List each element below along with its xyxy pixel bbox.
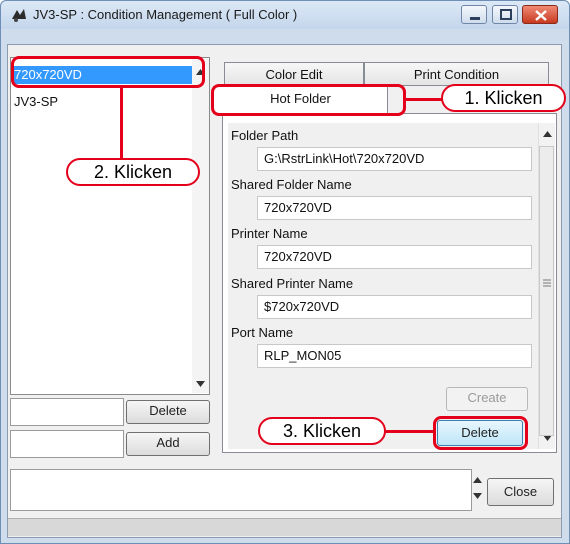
list-delete-button[interactable]: Delete bbox=[126, 400, 210, 424]
callout-connector-2 bbox=[120, 88, 123, 159]
spin-up-icon bbox=[473, 477, 482, 483]
callout-connector-1 bbox=[404, 98, 444, 101]
grip-icon bbox=[543, 279, 551, 287]
spin-down-icon bbox=[473, 493, 482, 499]
callout-step-1: 1. Klicken bbox=[441, 84, 566, 112]
create-button[interactable]: Create bbox=[446, 387, 528, 411]
list-item[interactable]: JV3-SP bbox=[12, 93, 192, 111]
shared-printer-name-field[interactable]: $720x720VD bbox=[257, 295, 532, 319]
printer-name-field[interactable]: 720x720VD bbox=[257, 245, 532, 269]
minimize-button[interactable] bbox=[461, 5, 487, 24]
maximize-icon bbox=[500, 9, 512, 20]
scroll-up-icon bbox=[543, 131, 552, 137]
close-window-button[interactable] bbox=[522, 5, 558, 24]
window-title: JV3-SP : Condition Management ( Full Col… bbox=[33, 7, 298, 22]
callout-step-2: 2. Klicken bbox=[66, 158, 200, 186]
folder-path-field[interactable]: G:\RstrLink\Hot\720x720VD bbox=[257, 147, 532, 171]
list-blank-field-1 bbox=[10, 398, 124, 426]
title-bar: JV3-SP : Condition Management ( Full Col… bbox=[1, 1, 569, 29]
shared-folder-name-field[interactable]: 720x720VD bbox=[257, 196, 532, 220]
spin-control[interactable] bbox=[472, 469, 484, 511]
shared-folder-name-label: Shared Folder Name bbox=[231, 177, 352, 192]
shared-printer-name-label: Shared Printer Name bbox=[231, 276, 354, 291]
port-name-label: Port Name bbox=[231, 325, 294, 340]
tab-color-edit[interactable]: Color Edit bbox=[224, 62, 364, 86]
highlight-delete-button-frame bbox=[433, 416, 528, 450]
condition-list[interactable]: 720x720VD JV3-SP bbox=[10, 57, 210, 395]
close-button[interactable]: Close bbox=[487, 478, 554, 506]
scroll-down-icon bbox=[196, 381, 205, 387]
message-field bbox=[10, 469, 472, 511]
printer-name-label: Printer Name bbox=[231, 226, 308, 241]
app-icon bbox=[12, 9, 26, 22]
callout-step-3: 3. Klicken bbox=[258, 417, 386, 445]
callout-connector-3 bbox=[385, 430, 435, 433]
properties-scroll-thumb[interactable] bbox=[539, 146, 554, 436]
status-bar bbox=[8, 518, 561, 536]
maximize-button[interactable] bbox=[492, 5, 518, 24]
tab-print-condition[interactable]: Print Condition bbox=[364, 62, 549, 86]
minimize-icon bbox=[470, 17, 480, 20]
list-scrollbar[interactable] bbox=[192, 59, 209, 393]
list-blank-field-2 bbox=[10, 430, 124, 458]
highlight-hot-folder-tab-frame bbox=[211, 84, 406, 116]
folder-path-label: Folder Path bbox=[231, 128, 299, 143]
list-add-button[interactable]: Add bbox=[126, 432, 210, 456]
port-name-field[interactable]: RLP_MON05 bbox=[257, 344, 532, 368]
close-icon bbox=[535, 10, 547, 21]
highlight-list-item-frame bbox=[11, 56, 205, 88]
